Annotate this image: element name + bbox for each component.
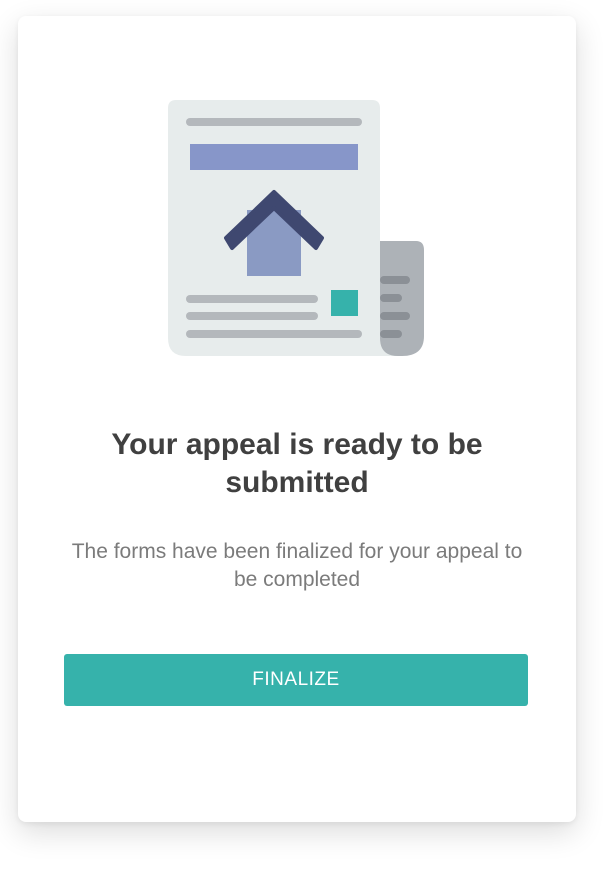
dialog-title: Your appeal is ready to be submitted [111, 428, 483, 499]
finalize-button-label: FINALIZE [252, 669, 340, 690]
document-house-icon [168, 100, 428, 360]
dialog-description: The forms have been finalized for your a… [71, 540, 523, 591]
finalize-button[interactable]: FINALIZE [64, 654, 528, 706]
teal-square [331, 290, 358, 316]
dialog-card: Your appeal is ready to be submitted The… [18, 16, 576, 822]
